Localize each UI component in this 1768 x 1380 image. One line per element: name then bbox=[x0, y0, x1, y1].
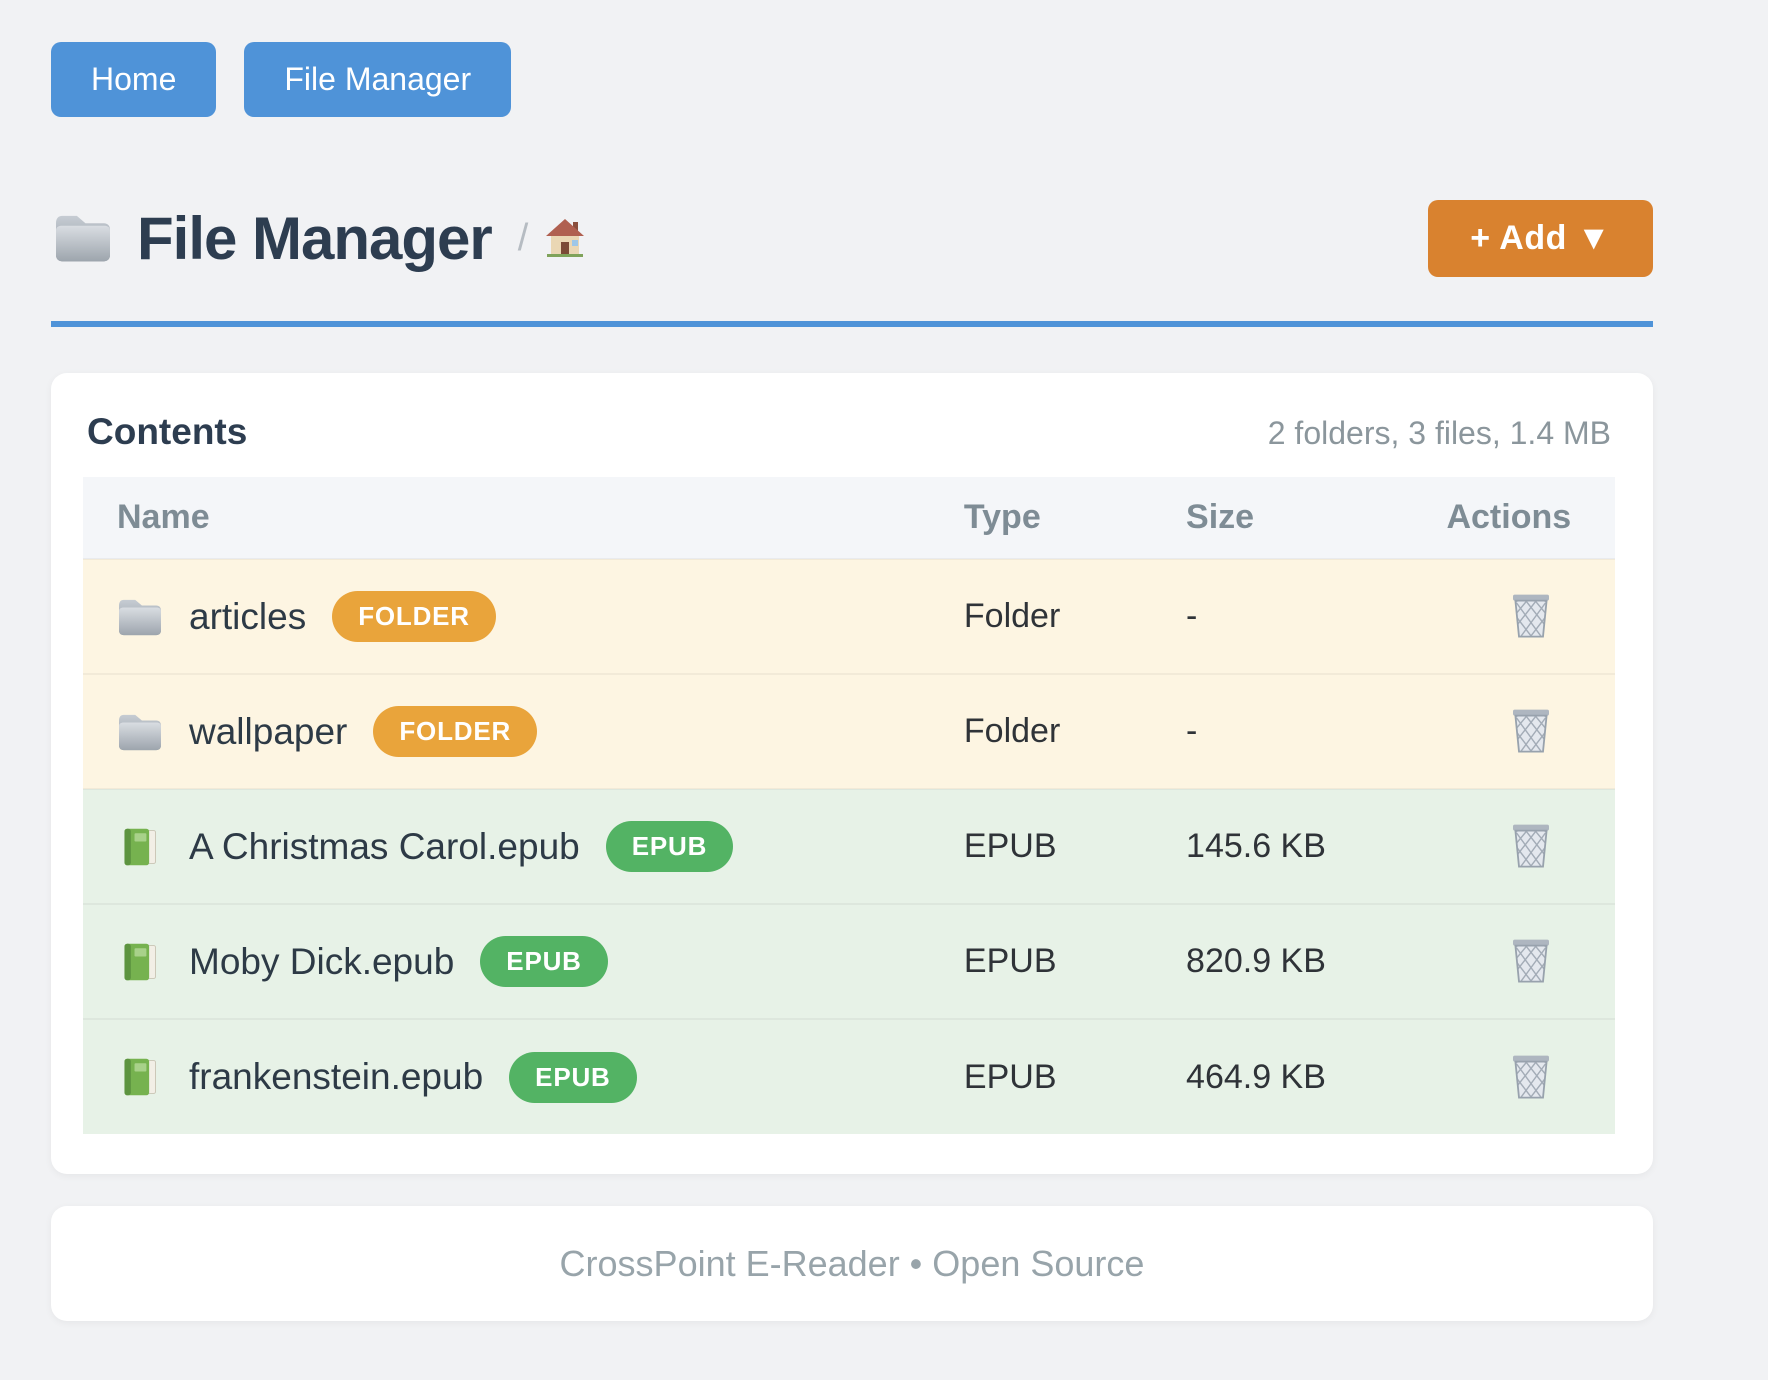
trash-icon bbox=[1509, 706, 1553, 754]
epub-badge: EPUB bbox=[480, 936, 607, 987]
contents-summary: 2 folders, 3 files, 1.4 MB bbox=[1268, 415, 1611, 452]
contents-card-header: Contents 2 folders, 3 files, 1.4 MB bbox=[83, 411, 1615, 477]
column-header-type: Type bbox=[964, 477, 1186, 559]
delete-button[interactable] bbox=[1503, 815, 1559, 875]
item-type: Folder bbox=[964, 559, 1186, 674]
epub-badge: EPUB bbox=[606, 821, 733, 872]
column-header-name: Name bbox=[83, 477, 964, 559]
contents-card: Contents 2 folders, 3 files, 1.4 MB Name… bbox=[51, 373, 1653, 1174]
footer-text: CrossPoint E-Reader • Open Source bbox=[560, 1243, 1145, 1285]
trash-icon bbox=[1509, 591, 1553, 639]
item-name[interactable]: wallpaper bbox=[189, 711, 347, 753]
folder-badge: FOLDER bbox=[332, 591, 496, 642]
delete-button[interactable] bbox=[1503, 585, 1559, 645]
item-size: 464.9 KB bbox=[1186, 1019, 1446, 1134]
book-icon bbox=[117, 826, 163, 868]
table-row: frankenstein.epub EPUB EPUB 464.9 KB bbox=[83, 1019, 1615, 1134]
delete-button[interactable] bbox=[1503, 1046, 1559, 1106]
trash-icon bbox=[1509, 821, 1553, 869]
home-button[interactable]: Home bbox=[51, 42, 216, 117]
item-type: EPUB bbox=[964, 1019, 1186, 1134]
folder-icon bbox=[51, 211, 115, 265]
item-size: - bbox=[1186, 674, 1446, 789]
page: Home File Manager File Manager / + Add ▼… bbox=[51, 0, 1653, 1321]
title-divider bbox=[51, 321, 1653, 327]
item-name[interactable]: frankenstein.epub bbox=[189, 1056, 483, 1098]
book-icon bbox=[117, 1056, 163, 1098]
add-button[interactable]: + Add ▼ bbox=[1428, 200, 1653, 277]
trash-icon bbox=[1509, 936, 1553, 984]
column-header-size: Size bbox=[1186, 477, 1446, 559]
breadcrumb: / bbox=[518, 217, 587, 260]
trash-icon bbox=[1509, 1052, 1553, 1100]
epub-badge: EPUB bbox=[509, 1052, 636, 1103]
item-type: EPUB bbox=[964, 904, 1186, 1019]
contents-title: Contents bbox=[87, 411, 247, 453]
top-nav: Home File Manager bbox=[51, 0, 1653, 117]
table-row: wallpaper FOLDER Folder - bbox=[83, 674, 1615, 789]
item-size: - bbox=[1186, 559, 1446, 674]
item-type: Folder bbox=[964, 674, 1186, 789]
page-header: File Manager / + Add ▼ bbox=[51, 199, 1653, 277]
file-table: Name Type Size Actions articles FOLDER bbox=[83, 477, 1615, 1134]
home-icon[interactable] bbox=[544, 218, 586, 258]
item-size: 145.6 KB bbox=[1186, 789, 1446, 904]
item-type: EPUB bbox=[964, 789, 1186, 904]
column-header-actions: Actions bbox=[1446, 477, 1615, 559]
item-name[interactable]: Moby Dick.epub bbox=[189, 941, 454, 983]
title-group: File Manager / bbox=[51, 204, 586, 273]
delete-button[interactable] bbox=[1503, 700, 1559, 760]
folder-icon bbox=[117, 711, 163, 753]
page-title: File Manager bbox=[137, 204, 492, 273]
item-name[interactable]: articles bbox=[189, 596, 306, 638]
book-icon bbox=[117, 941, 163, 983]
table-header-row: Name Type Size Actions bbox=[83, 477, 1615, 559]
file-manager-button[interactable]: File Manager bbox=[244, 42, 511, 117]
delete-button[interactable] bbox=[1503, 930, 1559, 990]
item-name[interactable]: A Christmas Carol.epub bbox=[189, 826, 580, 868]
footer: CrossPoint E-Reader • Open Source bbox=[51, 1206, 1653, 1321]
table-row: Moby Dick.epub EPUB EPUB 820.9 KB bbox=[83, 904, 1615, 1019]
folder-icon bbox=[117, 596, 163, 638]
folder-badge: FOLDER bbox=[373, 706, 537, 757]
table-row: A Christmas Carol.epub EPUB EPUB 145.6 K… bbox=[83, 789, 1615, 904]
breadcrumb-separator: / bbox=[518, 217, 529, 260]
item-size: 820.9 KB bbox=[1186, 904, 1446, 1019]
table-row: articles FOLDER Folder - bbox=[83, 559, 1615, 674]
